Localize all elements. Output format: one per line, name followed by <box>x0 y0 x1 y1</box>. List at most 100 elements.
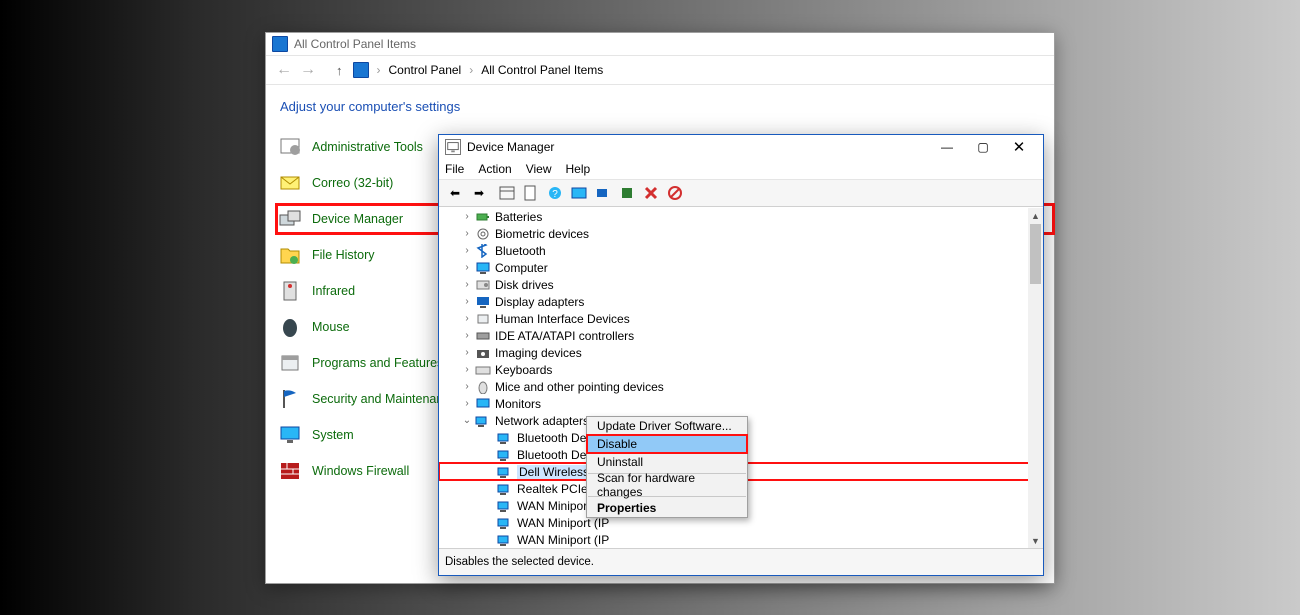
breadcrumb-current[interactable]: All Control Panel Items <box>477 63 607 77</box>
expand-toggle[interactable]: › <box>461 279 473 290</box>
menu-help[interactable]: Help <box>566 162 591 176</box>
ide-icon <box>475 329 491 343</box>
net-adapter-icon <box>497 431 513 445</box>
dm-toolbar: ⬅ ➡ ? <box>439 180 1043 207</box>
tree-node[interactable]: › Keyboards <box>439 361 1043 378</box>
tree-node[interactable]: ›Bluetooth <box>439 242 1043 259</box>
context-item-update-driver-software-[interactable]: Update Driver Software... <box>587 417 747 435</box>
tb-update-button[interactable] <box>592 182 614 204</box>
biometric-icon <box>475 227 491 241</box>
scroll-up-button[interactable]: ▲ <box>1028 208 1043 223</box>
disk-icon <box>475 278 491 292</box>
tree-node-label: Keyboards <box>495 363 552 377</box>
tb-disable-button[interactable] <box>664 182 686 204</box>
expand-toggle[interactable]: › <box>461 245 473 256</box>
bluetooth-icon <box>475 244 491 258</box>
context-item-properties[interactable]: Properties <box>587 499 747 517</box>
firewall-icon <box>276 457 304 485</box>
cp-heading: Adjust your computer's settings <box>266 85 1054 126</box>
device-manager-icon <box>445 139 461 155</box>
breadcrumb-root-icon <box>353 62 369 78</box>
menu-action[interactable]: Action <box>478 162 511 176</box>
tb-uninstall-button[interactable] <box>640 182 662 204</box>
expand-toggle[interactable]: › <box>461 228 473 239</box>
net-adapter-icon <box>497 482 513 496</box>
tb-show-hidden-button[interactable] <box>496 182 518 204</box>
tree-node[interactable]: ›Mice and other pointing devices <box>439 378 1043 395</box>
control-panel-icon <box>272 36 288 52</box>
menu-file[interactable]: File <box>445 162 464 176</box>
tb-help-button[interactable]: ? <box>544 182 566 204</box>
cp-item-label: System <box>312 428 354 442</box>
tree-node[interactable]: ›Display adapters <box>439 293 1043 310</box>
expand-toggle[interactable]: › <box>461 211 473 222</box>
maximize-button[interactable]: ▢ <box>965 136 1001 158</box>
tree-node[interactable]: WAN Miniport (IP <box>439 531 1043 548</box>
dm-title: Device Manager <box>467 140 554 154</box>
tree-node[interactable]: › Imaging devices <box>439 344 1043 361</box>
tree-node[interactable]: › IDE ATA/ATAPI controllers <box>439 327 1043 344</box>
tb-forward-button[interactable]: ➡ <box>468 182 490 204</box>
vertical-scrollbar[interactable]: ▲ ▼ <box>1028 208 1043 548</box>
file-history-icon <box>276 241 304 269</box>
keyboard-icon <box>475 363 491 377</box>
tree-node[interactable]: ›Batteries <box>439 208 1043 225</box>
minimize-button[interactable]: — <box>929 136 965 158</box>
tree-node-label: Monitors <box>495 397 541 411</box>
imaging-icon <box>475 346 491 360</box>
tree-node-label: IDE ATA/ATAPI controllers <box>495 329 634 343</box>
expand-toggle[interactable]: › <box>461 296 473 307</box>
network-icon <box>475 414 491 428</box>
flag-icon <box>276 385 304 413</box>
infrared-icon <box>276 277 304 305</box>
expand-toggle[interactable]: ⌄ <box>461 415 473 426</box>
tb-scan-button[interactable] <box>568 182 590 204</box>
cp-navbar: ← → ↑ › Control Panel › All Control Pane… <box>266 56 1054 85</box>
tree-node[interactable]: ›Human Interface Devices <box>439 310 1043 327</box>
mouse-icon <box>475 380 491 394</box>
tb-back-button[interactable]: ⬅ <box>444 182 466 204</box>
net-adapter-icon <box>497 448 513 462</box>
monitor-icon <box>475 397 491 411</box>
menu-view[interactable]: View <box>526 162 552 176</box>
scroll-thumb[interactable] <box>1030 224 1041 284</box>
expand-toggle[interactable]: › <box>461 262 473 273</box>
battery-icon <box>475 210 491 224</box>
tree-node[interactable]: ›Biometric devices <box>439 225 1043 242</box>
expand-toggle[interactable]: › <box>461 381 473 392</box>
tree-node[interactable]: › Computer <box>439 259 1043 276</box>
tb-properties-button[interactable] <box>520 182 542 204</box>
tree-node[interactable]: ›Disk drives <box>439 276 1043 293</box>
tree-node-label: Network adapters <box>495 414 589 428</box>
cp-titlebar[interactable]: All Control Panel Items <box>266 33 1054 56</box>
context-menu: Update Driver Software...DisableUninstal… <box>586 416 748 518</box>
expand-toggle[interactable]: › <box>461 347 473 358</box>
mouse-icon <box>276 313 304 341</box>
nav-forward-button[interactable]: → <box>296 61 320 79</box>
expand-toggle[interactable]: › <box>461 330 473 341</box>
expand-toggle[interactable]: › <box>461 364 473 375</box>
context-item-scan-for-hardware-changes[interactable]: Scan for hardware changes <box>587 476 747 494</box>
breadcrumb-root[interactable]: Control Panel <box>385 63 466 77</box>
programs-icon <box>276 349 304 377</box>
tree-node-label: Imaging devices <box>495 346 582 360</box>
nav-back-button[interactable]: ← <box>272 61 296 79</box>
cp-item-label: Infrared <box>312 284 355 298</box>
context-item-uninstall[interactable]: Uninstall <box>587 453 747 471</box>
mail-icon <box>276 169 304 197</box>
tb-enable-button[interactable] <box>616 182 638 204</box>
close-button[interactable]: ✕ <box>1001 136 1037 158</box>
dm-titlebar[interactable]: Device Manager — ▢ ✕ <box>439 135 1043 159</box>
cp-item-label: File History <box>312 248 375 262</box>
device-manager-icon <box>276 205 304 233</box>
tree-node-label: Computer <box>495 261 548 275</box>
nav-up-button[interactable]: ↑ <box>330 63 349 78</box>
expand-toggle[interactable]: › <box>461 398 473 409</box>
scroll-down-button[interactable]: ▼ <box>1028 533 1043 548</box>
tree-node[interactable]: › Monitors <box>439 395 1043 412</box>
context-item-disable[interactable]: Disable <box>587 435 747 453</box>
breadcrumb-sep: › <box>373 63 385 77</box>
expand-toggle[interactable]: › <box>461 313 473 324</box>
net-adapter-icon <box>497 499 513 513</box>
gear-window-icon <box>276 133 304 161</box>
